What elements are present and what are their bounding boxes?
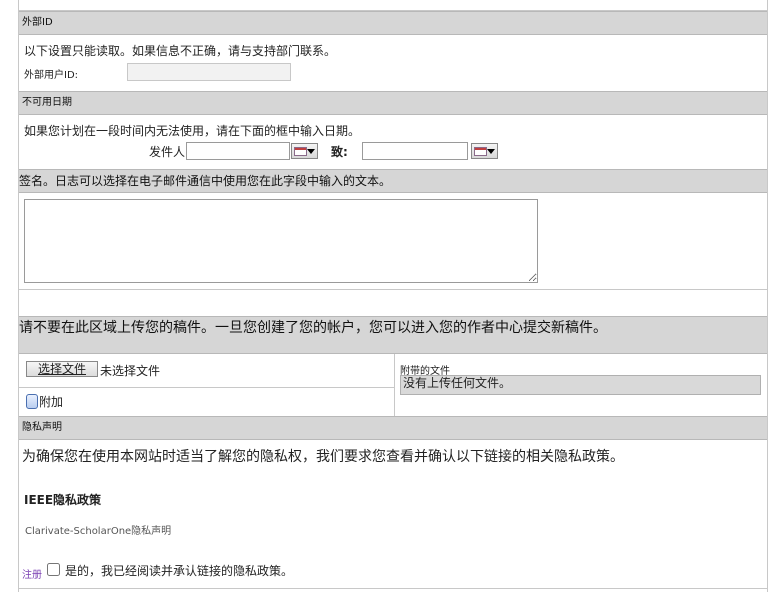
section-header-privacy: 隐私声明 [19, 416, 767, 440]
calendar-icon [294, 147, 307, 156]
section-header-unavailable-dates: 不可用日期 [19, 91, 767, 115]
external-id-notice: 以下设置只能读取。如果信息不正确，请与支持部门联系。 [24, 44, 337, 58]
section-header-external-id: 外部ID [19, 11, 767, 35]
required-marker: 注册 [22, 570, 42, 581]
signature-textarea[interactable] [24, 199, 538, 283]
upload-column-divider [394, 354, 395, 416]
no-file-chosen-text: 未选择文件 [100, 364, 161, 378]
bottom-divider [19, 588, 767, 589]
signature-divider [19, 289, 767, 290]
dropdown-arrow-icon [307, 149, 315, 154]
to-date-label: 致: [331, 145, 348, 159]
privacy-ack-label: 是的，我已经阅读并承认链接的隐私政策。 [65, 564, 294, 578]
unavailable-dates-instruction: 如果您计划在一段时间内无法使用，请在下面的框中输入日期。 [24, 124, 361, 138]
privacy-ack-checkbox[interactable] [47, 563, 60, 576]
calendar-icon [474, 147, 487, 156]
section-header-signature: 签名。日志可以选择在电子邮件通信中使用您在此字段中输入的文本。 [19, 169, 767, 193]
from-date-input[interactable] [186, 142, 290, 160]
from-date-label: 发件人: [149, 145, 190, 159]
privacy-intro: 为确保您在使用本网站时适当了解您的隐私权，我们要求您查看并确认以下链接的相关隐私… [22, 449, 624, 465]
dropdown-arrow-icon [487, 149, 495, 154]
to-date-input[interactable] [362, 142, 468, 160]
paperclip-icon [26, 394, 38, 409]
attached-files-list: 没有上传任何文件。 [400, 375, 761, 395]
attach-label: 附加 [39, 395, 64, 409]
profile-form: 外部ID 以下设置只能读取。如果信息不正确，请与支持部门联系。 外部用户ID: … [18, 0, 768, 592]
ieee-privacy-policy-link[interactable]: IEEE隐私政策 [24, 491, 101, 508]
choose-file-button[interactable]: 选择文件 [26, 361, 98, 377]
upload-row-divider [19, 387, 394, 388]
from-date-calendar-button[interactable] [291, 143, 318, 159]
external-user-id-field [127, 63, 291, 81]
upload-warning: 请不要在此区域上传您的稿件。一旦您创建了您的帐户，您可以进入您的作者中心提交新稿… [19, 316, 767, 354]
external-user-id-label: 外部用户ID: [24, 70, 79, 81]
to-date-calendar-button[interactable] [471, 143, 498, 159]
clarivate-privacy-statement-link[interactable]: Clarivate-ScholarOne隐私声明 [25, 522, 171, 537]
